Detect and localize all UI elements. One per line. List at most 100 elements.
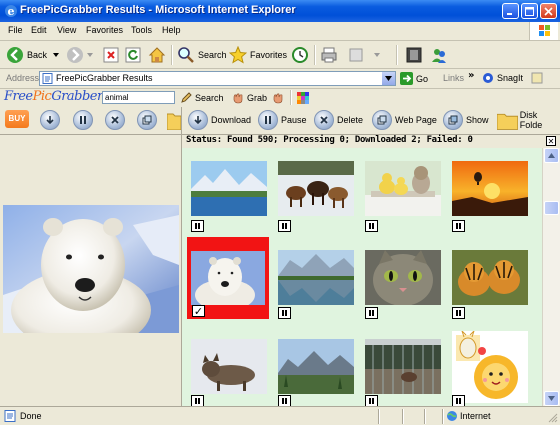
left-pause-button[interactable] — [73, 110, 93, 130]
left-webpage-button[interactable] — [137, 110, 157, 130]
pause-button[interactable]: Pause — [258, 110, 307, 130]
address-input[interactable]: FreePicGrabber Results — [39, 71, 396, 86]
preview-panel: BUY — [0, 107, 182, 406]
links-button[interactable]: Links — [443, 73, 464, 83]
favorites-button[interactable]: Favorites — [229, 45, 287, 65]
maximize-button[interactable] — [521, 3, 538, 19]
stop-button[interactable] — [102, 45, 123, 65]
thumbnail-pause-toggle[interactable] — [365, 220, 378, 232]
thumbnail-cartoon-lion[interactable] — [452, 331, 528, 403]
page-icon — [42, 73, 53, 84]
search-query-input[interactable] — [102, 91, 175, 104]
palette-icon[interactable] — [297, 92, 309, 104]
thumbnail-pause-toggle[interactable] — [365, 307, 378, 319]
scroll-down-button[interactable] — [544, 391, 559, 406]
disk-folder-button[interactable]: Disk Folde — [497, 110, 560, 130]
refresh-icon — [125, 47, 141, 63]
menu-favorites[interactable]: Favorites — [86, 25, 123, 35]
scroll-up-button[interactable] — [544, 148, 559, 163]
research-button[interactable] — [405, 45, 426, 65]
webpage-label: Web Page — [395, 115, 437, 125]
pause-icon — [265, 116, 271, 124]
thumbnail-pause-toggle[interactable] — [278, 395, 291, 406]
search-button[interactable]: Search — [177, 45, 227, 65]
toolbar-separator — [314, 45, 316, 65]
thumbnail-pause-toggle[interactable] — [191, 220, 204, 232]
resize-grip-icon[interactable] — [547, 412, 558, 423]
title-bar[interactable]: e FreePicGrabber Results - Microsoft Int… — [0, 0, 560, 22]
edit-button[interactable] — [347, 45, 383, 65]
messenger-icon — [432, 49, 446, 63]
downloaded-check-icon[interactable]: ✓ — [192, 305, 205, 317]
back-dropdown-icon[interactable] — [53, 53, 60, 57]
forward-dropdown-icon[interactable] — [87, 53, 93, 57]
toolbar-separator — [396, 45, 398, 65]
left-folder-icon[interactable] — [167, 110, 181, 130]
thumbnail-zoo-enclosure[interactable] — [365, 339, 441, 394]
show-window-icon — [448, 115, 458, 125]
webpage-button[interactable]: Web Page — [372, 110, 437, 130]
close-button[interactable] — [540, 3, 557, 19]
show-button[interactable]: Show — [443, 110, 489, 130]
minimize-button[interactable] — [502, 3, 519, 19]
history-button[interactable] — [291, 45, 312, 65]
thumbnail-cat-face[interactable] — [365, 250, 441, 305]
thumbnail-sunset-balloon[interactable] — [452, 161, 528, 216]
grab-button[interactable]: Grab — [232, 92, 267, 104]
thumbnail-pause-toggle[interactable] — [452, 395, 465, 406]
scroll-thumb[interactable] — [544, 201, 559, 215]
messenger-button[interactable] — [430, 45, 451, 65]
menu-bar: File Edit View Favorites Tools Help — [0, 22, 560, 41]
toolbar-separator — [171, 45, 173, 65]
links-expand-icon[interactable]: » — [468, 70, 474, 81]
thumbnail-pause-toggle[interactable] — [365, 395, 378, 406]
status-line: Status: Found 590; Processing 0; Downloa… — [182, 134, 560, 149]
left-delete-button[interactable] — [105, 110, 125, 130]
thumbnail-horses-snow[interactable] — [278, 161, 354, 216]
windows-flag-icon — [529, 22, 558, 40]
results-scrollbar[interactable] — [542, 148, 560, 406]
thumbnail-grid: ✓ — [182, 148, 542, 406]
left-download-button[interactable] — [40, 110, 60, 130]
edit-dropdown-icon[interactable] — [374, 53, 380, 57]
refresh-button[interactable] — [124, 45, 145, 65]
fpg-search-button[interactable]: Search — [180, 92, 224, 104]
freepicgrabber-logo: FreePicGrabber — [4, 89, 103, 104]
thumbnail-pause-toggle[interactable] — [278, 307, 291, 319]
grab-options-icon[interactable] — [272, 92, 284, 104]
menu-file[interactable]: File — [8, 25, 23, 35]
menu-help[interactable]: Help — [162, 25, 181, 35]
preview-toolbar: BUY — [0, 107, 181, 134]
back-arrow-icon — [7, 47, 23, 63]
close-panel-button[interactable]: ✕ — [546, 136, 556, 146]
fpg-search-label: Search — [195, 93, 224, 103]
thumbnail-mountain-reflection[interactable] — [278, 250, 354, 305]
back-button[interactable]: Back — [6, 45, 62, 65]
research-book-icon — [406, 47, 422, 63]
snagit-extra-icon[interactable] — [531, 72, 543, 84]
snagit-button[interactable]: SnagIt — [482, 72, 523, 84]
print-button[interactable] — [320, 45, 341, 65]
address-dropdown-button[interactable] — [382, 72, 395, 85]
delete-button[interactable]: Delete — [314, 110, 363, 130]
download-button[interactable]: Download — [188, 110, 251, 130]
thumbnail-tiger-cubs[interactable] — [452, 250, 528, 305]
home-button[interactable] — [148, 45, 169, 65]
menu-tools[interactable]: Tools — [131, 25, 152, 35]
menu-edit[interactable]: Edit — [31, 25, 47, 35]
thumbnail-pause-toggle[interactable] — [452, 220, 465, 232]
thumbnail-pause-toggle[interactable] — [278, 220, 291, 232]
delete-x-icon — [111, 116, 119, 124]
thumbnail-mountain-lake[interactable] — [191, 161, 267, 216]
menu-view[interactable]: View — [57, 25, 76, 35]
thumbnail-mountain-valley[interactable] — [278, 339, 354, 394]
download-arrow-icon — [194, 116, 202, 125]
go-button[interactable]: Go — [400, 72, 428, 85]
thumbnail-pause-toggle[interactable] — [191, 395, 204, 406]
thumbnail-pause-toggle[interactable] — [452, 307, 465, 319]
snagit-icon — [483, 73, 493, 83]
thumbnail-kitten-ducklings[interactable] — [365, 161, 441, 216]
thumbnail-wolf-snow[interactable] — [191, 339, 267, 394]
buy-button[interactable]: BUY — [5, 110, 29, 128]
forward-button[interactable] — [66, 45, 96, 65]
